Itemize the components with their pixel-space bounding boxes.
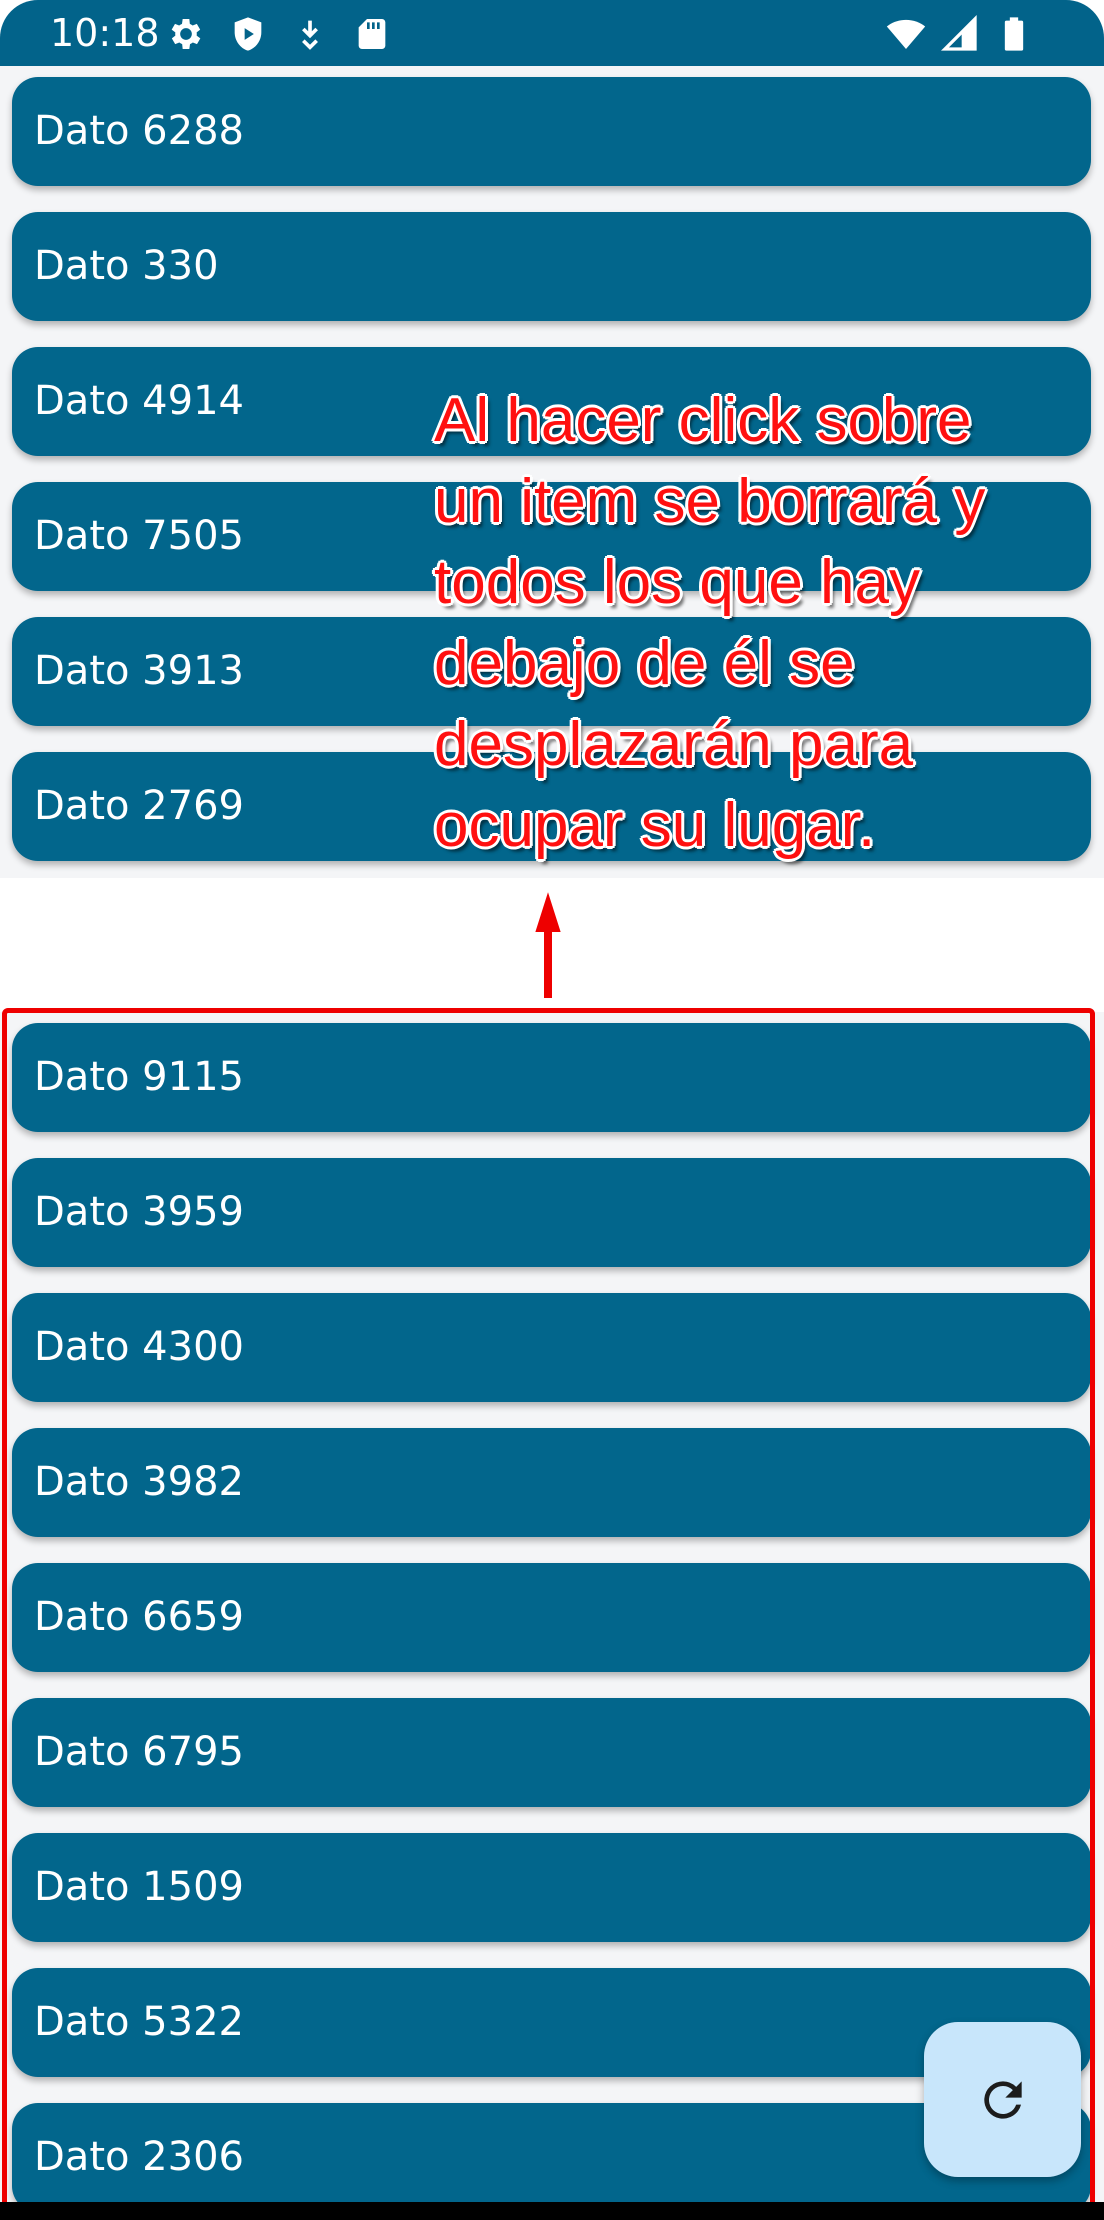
status-bar: 10:18 (0, 0, 1104, 66)
list-item[interactable]: Dato 6795 (12, 1698, 1091, 1807)
annotation-text: Al hacer click sobre un item se borrará … (434, 386, 986, 860)
download-arrow-icon (290, 14, 330, 54)
cell-signal-icon (940, 14, 980, 54)
list-item[interactable]: Dato 330 (12, 212, 1091, 321)
status-left-icons (166, 14, 392, 54)
phone-screen: 10:18 Dato 6288 Dato 330 Dato 4914 Dato … (0, 0, 1104, 2220)
list-bottom: Dato 9115 Dato 3959 Dato 4300 Dato 3982 … (0, 1012, 1104, 2212)
list-item[interactable]: Dato 1509 (12, 1833, 1091, 1942)
status-time: 10:18 (50, 11, 160, 55)
list-item[interactable]: Dato 6659 (12, 1563, 1091, 1672)
navigation-bar (0, 2202, 1104, 2220)
battery-icon (994, 14, 1034, 54)
list-item[interactable]: Dato 4300 (12, 1293, 1091, 1402)
refresh-icon (975, 2072, 1031, 2128)
settings-icon (166, 14, 206, 54)
status-right-icons (886, 14, 1034, 54)
shield-play-icon (228, 14, 268, 54)
list-item[interactable]: Dato 6288 (12, 77, 1091, 186)
arrow-up-icon (528, 885, 568, 1003)
sd-card-icon (352, 14, 392, 54)
list-item[interactable]: Dato 9115 (12, 1023, 1091, 1132)
refresh-button[interactable] (924, 2022, 1081, 2177)
list-item[interactable]: Dato 3982 (12, 1428, 1091, 1537)
wifi-icon (886, 14, 926, 54)
list-item[interactable]: Dato 3959 (12, 1158, 1091, 1267)
